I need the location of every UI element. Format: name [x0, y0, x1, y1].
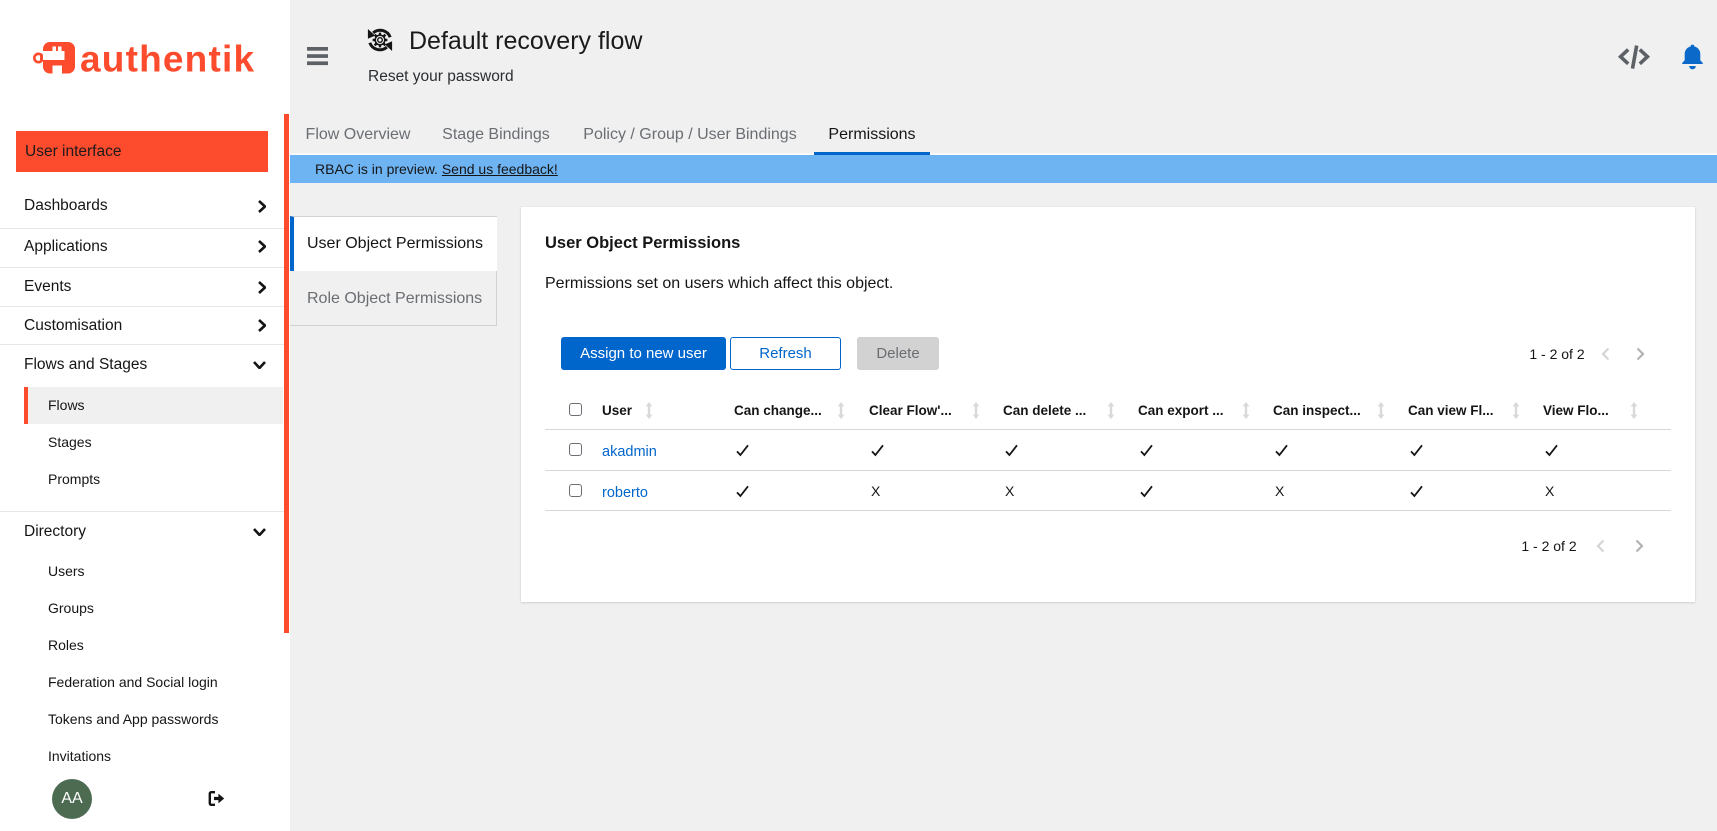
svg-text:authentik: authentik — [80, 39, 255, 80]
